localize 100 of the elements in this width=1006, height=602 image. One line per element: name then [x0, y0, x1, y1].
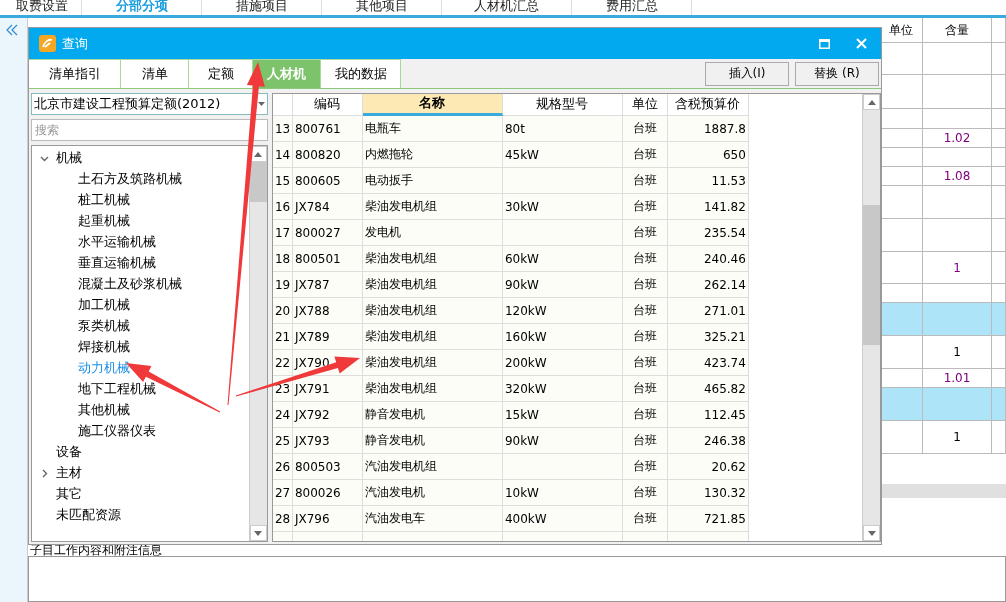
scroll-up-icon[interactable]: [254, 151, 263, 157]
table-cell: JX788: [292, 298, 363, 324]
table-cell: JX789: [292, 324, 363, 350]
table-cell: 台班: [622, 376, 668, 402]
scroll-down-icon[interactable]: [867, 530, 876, 536]
app-tab[interactable]: 费用汇总: [572, 0, 692, 15]
table-cell: 800605: [292, 168, 363, 194]
tree-item[interactable]: 泵类机械: [78, 318, 130, 335]
table-cell: [923, 148, 992, 167]
scrollbar-thumb[interactable]: [249, 162, 267, 202]
tab[interactable]: 定额: [189, 59, 253, 88]
table-cell: 1: [923, 252, 992, 284]
app-tab[interactable]: 取费设置: [2, 0, 82, 15]
column-header[interactable]: 含税预算价: [667, 94, 749, 116]
tab[interactable]: 清单指引: [29, 59, 121, 88]
tree-item[interactable]: 机械: [56, 150, 82, 167]
column-header[interactable]: 编码: [292, 94, 363, 116]
tree-item[interactable]: 水平运输机械: [78, 234, 156, 251]
tree-item[interactable]: 桩工机械: [78, 192, 130, 209]
table-cell: [923, 109, 992, 129]
table-cell: 柴油发电机组: [362, 324, 503, 350]
table-cell: [923, 186, 992, 219]
table-cell: 465.82: [667, 376, 749, 402]
insert-button[interactable]: 插入(I): [705, 61, 789, 86]
tree-item[interactable]: 其他机械: [78, 402, 130, 419]
tree-item[interactable]: 焊接机械: [78, 339, 130, 356]
column-header[interactable]: 名称: [362, 94, 503, 116]
app-tab[interactable]: 其他项目: [322, 0, 442, 15]
tree-item[interactable]: 加工机械: [78, 297, 130, 314]
app-tab[interactable]: 措施项目: [202, 0, 322, 15]
tree-item[interactable]: 设备: [56, 444, 82, 461]
table-cell: 电瓶车: [362, 116, 503, 142]
table-cell: 静音发电机: [362, 402, 503, 428]
tree-item[interactable]: 主材: [56, 465, 82, 482]
close-icon[interactable]: [856, 38, 867, 49]
column-header[interactable]: [272, 94, 293, 116]
row-number: 22: [272, 350, 293, 376]
tree-item[interactable]: 垂直运输机械: [78, 255, 156, 272]
horizontal-scrollbar[interactable]: [880, 484, 1006, 498]
replace-button[interactable]: 替换 (R): [795, 61, 879, 86]
table-cell: 台班: [622, 272, 668, 298]
table-cell: 台班: [622, 194, 668, 220]
table-cell: 800761: [292, 116, 363, 142]
tree-item[interactable]: 土石方及筑路机械: [78, 171, 182, 188]
collapse-icon[interactable]: [6, 24, 18, 36]
tab[interactable]: 我的数据: [321, 59, 401, 88]
scroll-down-icon[interactable]: [254, 530, 263, 536]
app-logo-icon: [39, 35, 56, 52]
table-cell: 400kW: [502, 506, 623, 532]
search-field[interactable]: 搜索: [31, 119, 268, 141]
table-cell: 160kW: [502, 324, 623, 350]
row-number: 20: [272, 298, 293, 324]
tree-item[interactable]: 地下工程机械: [78, 381, 156, 398]
scroll-up-icon[interactable]: [867, 99, 876, 105]
tree-item[interactable]: 起重机械: [78, 213, 130, 230]
row-number: 13: [272, 116, 293, 142]
table-cell: [923, 303, 992, 336]
table-cell: 台班: [622, 246, 668, 272]
table-cell: 台班: [622, 220, 668, 246]
table-cell: 80t: [502, 116, 623, 142]
scrollbar[interactable]: [248, 146, 267, 541]
tree-item[interactable]: 未匹配资源: [56, 507, 121, 524]
table-cell: 800026: [292, 480, 363, 506]
table-cell: 15kW: [502, 402, 623, 428]
table-cell: 320kW: [502, 376, 623, 402]
table-cell: [992, 336, 1006, 369]
table-cell: 246.38: [667, 428, 749, 454]
dropdown-caret-icon: [257, 102, 265, 106]
table-cell: 112.45: [667, 402, 749, 428]
column-header[interactable]: 单位: [622, 94, 668, 116]
table-cell: 台班: [622, 298, 668, 324]
table-cell: 台班: [622, 116, 668, 142]
table-cell: [992, 167, 1006, 186]
table-cell: JX791: [292, 376, 363, 402]
scrollbar-thumb[interactable]: [863, 205, 880, 345]
library-dropdown[interactable]: 北京市建设工程预算定额(2012): [31, 93, 268, 115]
scrollbar[interactable]: [862, 94, 880, 541]
table-cell: 800501: [292, 246, 363, 272]
tab[interactable]: 清单: [121, 59, 189, 88]
row-number: 17: [272, 220, 293, 246]
table-cell: [992, 43, 1006, 75]
tree-item[interactable]: 其它: [56, 486, 82, 503]
chevron-icon[interactable]: [40, 154, 49, 163]
table-cell: 台班: [622, 454, 668, 480]
table-cell: 90kW: [502, 272, 623, 298]
app-tab[interactable]: 人材机汇总: [442, 0, 572, 15]
tree-item[interactable]: 施工仪器仪表: [78, 423, 156, 440]
table-cell: 141.82: [667, 194, 749, 220]
table-cell: 内燃拖轮: [362, 142, 503, 168]
maximize-icon[interactable]: [819, 38, 830, 49]
table-cell: [923, 75, 992, 109]
row-number: 19: [272, 272, 293, 298]
tree-item[interactable]: 动力机械: [78, 360, 130, 377]
column-header[interactable]: 规格型号: [502, 94, 623, 116]
table-cell: [992, 421, 1006, 454]
table-cell: 台班: [622, 168, 668, 194]
chevron-icon[interactable]: [40, 469, 49, 478]
row-number: 18: [272, 246, 293, 272]
table-cell: 90kW: [502, 428, 623, 454]
tree-item[interactable]: 混凝土及砂浆机械: [78, 276, 182, 293]
